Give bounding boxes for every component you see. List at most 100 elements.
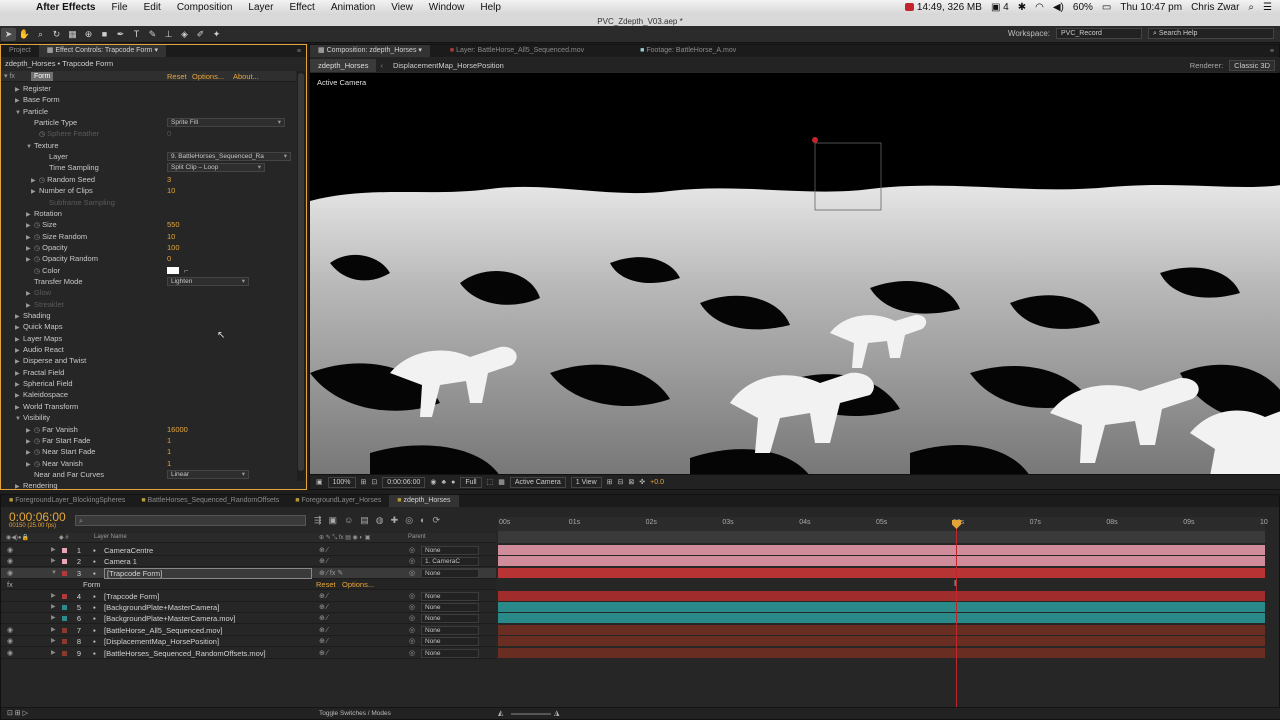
- visibility-eye-icon[interactable]: ◉: [7, 625, 13, 636]
- effect-property-row[interactable]: ▶ Kaleidospace: [1, 389, 296, 400]
- menu-layer[interactable]: Layer: [240, 2, 281, 13]
- live-update-icon[interactable]: ⟳: [432, 515, 440, 526]
- pickwhip-icon[interactable]: ◎: [409, 648, 415, 659]
- label-color-swatch[interactable]: [62, 616, 67, 622]
- tab-foreground-horses[interactable]: ■ ForegroundLayer_Horses: [287, 495, 389, 507]
- current-time[interactable]: 0:00:06:00: [382, 476, 426, 488]
- shy-icon[interactable]: ☺: [344, 515, 353, 526]
- effect-property-row[interactable]: ▼ Texture: [1, 140, 296, 151]
- playhead-line[interactable]: [956, 520, 957, 710]
- property-value[interactable]: 100: [167, 242, 180, 253]
- color-swatch[interactable]: [167, 266, 179, 274]
- menu-clock[interactable]: Thu 10:47 pm: [1120, 2, 1182, 13]
- property-value[interactable]: 550: [167, 219, 180, 230]
- effect-property-row[interactable]: Particle Type Sprite Fill ▾: [1, 117, 296, 128]
- volume-icon[interactable]: ◀): [1053, 2, 1064, 13]
- effects-scroll-thumb[interactable]: [298, 73, 304, 471]
- exposure-value[interactable]: +0.0: [650, 479, 664, 486]
- menu-help[interactable]: Help: [472, 2, 509, 13]
- label-color-swatch[interactable]: [62, 559, 67, 565]
- view-layout-dropdown[interactable]: 1 View: [570, 476, 602, 488]
- tab-foreground-blocking[interactable]: ■ ForegroundLayer_BlockingSpheres: [1, 495, 133, 507]
- effect-property-row[interactable]: ▶ ◷ Size Random 10: [1, 231, 296, 242]
- effect-name[interactable]: Form: [31, 72, 54, 81]
- effect-property-row[interactable]: Subframe Sampling: [1, 197, 296, 208]
- hand-tool-icon[interactable]: ✋: [17, 28, 32, 41]
- stopwatch-icon[interactable]: ◷: [34, 234, 40, 241]
- pickwhip-icon[interactable]: ◎: [409, 545, 415, 556]
- wifi-icon[interactable]: ◠: [1035, 2, 1044, 13]
- menu-effect[interactable]: Effect: [281, 2, 322, 13]
- pickwhip-icon[interactable]: ◎: [409, 556, 415, 567]
- roto-tool-icon[interactable]: ✐: [193, 28, 208, 41]
- roi-icon[interactable]: ⬚: [487, 478, 494, 486]
- property-value[interactable]: 1: [167, 446, 171, 457]
- stopwatch-icon[interactable]: ◷: [39, 131, 45, 138]
- zoom-dropdown[interactable]: 100%: [327, 476, 356, 488]
- label-color-swatch[interactable]: [62, 548, 67, 553]
- brush-tool-icon[interactable]: ✎: [145, 28, 160, 41]
- layer-name[interactable]: [Trapcode Form]: [104, 591, 159, 602]
- effect-property-row[interactable]: Transfer Mode Lighten ▾: [1, 276, 296, 287]
- effect-property-row[interactable]: Near and Far Curves Linear ▾: [1, 469, 296, 480]
- property-value[interactable]: 1: [167, 458, 171, 469]
- layer-row[interactable]: ◉ ▶ 2 ▪ Camera 1 ⊕ ⁄ ◎ 1. CameraC: [1, 556, 496, 568]
- effect-property-row[interactable]: ▶ Quick Maps: [1, 321, 296, 332]
- layer-switches-icon[interactable]: ⊕ ⁄: [319, 636, 328, 647]
- layer-switches-icon[interactable]: ⊕ ⁄: [319, 545, 328, 556]
- property-value[interactable]: 3: [167, 174, 171, 185]
- layer-row[interactable]: ◉ ▶ 1 ▪ CameraCentre ⊕ ⁄ ◎ None: [1, 545, 496, 556]
- flowchart-icon[interactable]: ✜: [639, 478, 645, 486]
- effect-property-row[interactable]: ▶ Audio React: [1, 344, 296, 355]
- parent-dropdown[interactable]: None: [421, 637, 479, 647]
- effect-reset-link[interactable]: Reset: [316, 579, 336, 590]
- snapshot-icon[interactable]: ◉: [430, 478, 436, 486]
- stopwatch-icon[interactable]: ◷: [34, 256, 40, 263]
- layer-row[interactable]: ◉ ▶ 7 ▪ [BattleHorse_All5_Sequenced.mov] ⊕ ⁄ ◎…: [1, 625, 496, 636]
- effect-property-row[interactable]: ▶ ◷ Opacity Random 0: [1, 253, 296, 264]
- stopwatch-icon[interactable]: ◷: [34, 449, 40, 456]
- effect-property-row[interactable]: ▶ Streaklet: [1, 299, 296, 310]
- pickwhip-icon[interactable]: ◎: [409, 613, 415, 624]
- effect-property-row[interactable]: ▶ Fractal Field: [1, 367, 296, 378]
- property-value[interactable]: 0: [167, 128, 171, 139]
- brainstorm-icon[interactable]: ✚: [391, 515, 399, 526]
- layer-switches-icon[interactable]: ⊕ ⁄: [319, 648, 328, 659]
- effect-property-row[interactable]: ▶ Base Form: [1, 94, 296, 105]
- rotate-tool-icon[interactable]: ↻: [49, 28, 64, 41]
- effect-property-row[interactable]: ▼ Particle: [1, 106, 296, 117]
- visibility-eye-icon[interactable]: ◉: [7, 556, 13, 567]
- property-dropdown[interactable]: 9. BattleHorses_Sequenced_Ra ▾: [167, 152, 291, 162]
- effect-property-row[interactable]: ▶ Shading: [1, 310, 296, 321]
- expand-arrow-icon[interactable]: ▶: [51, 625, 56, 636]
- effect-property-row[interactable]: ▶ Spherical Field: [1, 378, 296, 389]
- draft-3d-icon[interactable]: ▣: [329, 515, 338, 526]
- layer-name[interactable]: [BattleHorses_Sequenced_RandomOffsets.mo…: [104, 648, 266, 659]
- stamp-tool-icon[interactable]: ⊥: [161, 28, 176, 41]
- camera-tool-icon[interactable]: ▦: [65, 28, 80, 41]
- layer-row[interactable]: ◉ ▼ 3 ▪ [Trapcode Form] ⊕ ⁄ fx ✎ ◎ None: [1, 567, 496, 579]
- stopwatch-icon[interactable]: ◷: [34, 245, 40, 252]
- layer-row[interactable]: ▶ 4 ▪ [Trapcode Form] ⊕ ⁄ ◎ None: [1, 591, 496, 602]
- effect-options-link[interactable]: Options...: [342, 579, 374, 590]
- effect-property-row[interactable]: ▶ ◷ Near Vanish 1: [1, 458, 296, 469]
- layer-row[interactable]: ◉ ▶ 8 ▪ [DisplacementMap_HorsePosition] ⊕ ⁄ ◎ N…: [1, 636, 496, 648]
- effect-property-row[interactable]: ▶ ◷ Far Vanish 16000: [1, 424, 296, 435]
- parent-dropdown[interactable]: None: [421, 614, 479, 624]
- effect-property-row[interactable]: ▶ Number of Clips 10: [1, 185, 296, 196]
- property-value[interactable]: 10: [167, 231, 175, 242]
- layer-switches-icon[interactable]: ⊕ ⁄: [319, 625, 328, 636]
- renderer-dropdown[interactable]: Classic 3D: [1229, 59, 1275, 71]
- parent-dropdown[interactable]: 1. CameraC: [421, 557, 479, 567]
- expand-collapse-icon[interactable]: ⊡ ⊞ ▷: [7, 709, 28, 717]
- recording-status[interactable]: 14:49, 326 MB: [904, 2, 982, 13]
- layer-name[interactable]: [DisplacementMap_HorsePosition]: [104, 636, 219, 647]
- label-color-swatch[interactable]: [62, 570, 67, 576]
- frame-blending-icon[interactable]: ▤: [360, 515, 369, 526]
- composition-viewer[interactable]: Active Camera: [310, 73, 1280, 476]
- spotlight-icon[interactable]: ⌕: [1248, 2, 1254, 13]
- effect-property-row[interactable]: ▶ ◷ Near Start Fade 1: [1, 446, 296, 457]
- layer-name[interactable]: Camera 1: [104, 556, 137, 567]
- label-color-swatch[interactable]: [62, 627, 67, 633]
- layer-switches-icon[interactable]: ⊕ ⁄: [319, 613, 328, 624]
